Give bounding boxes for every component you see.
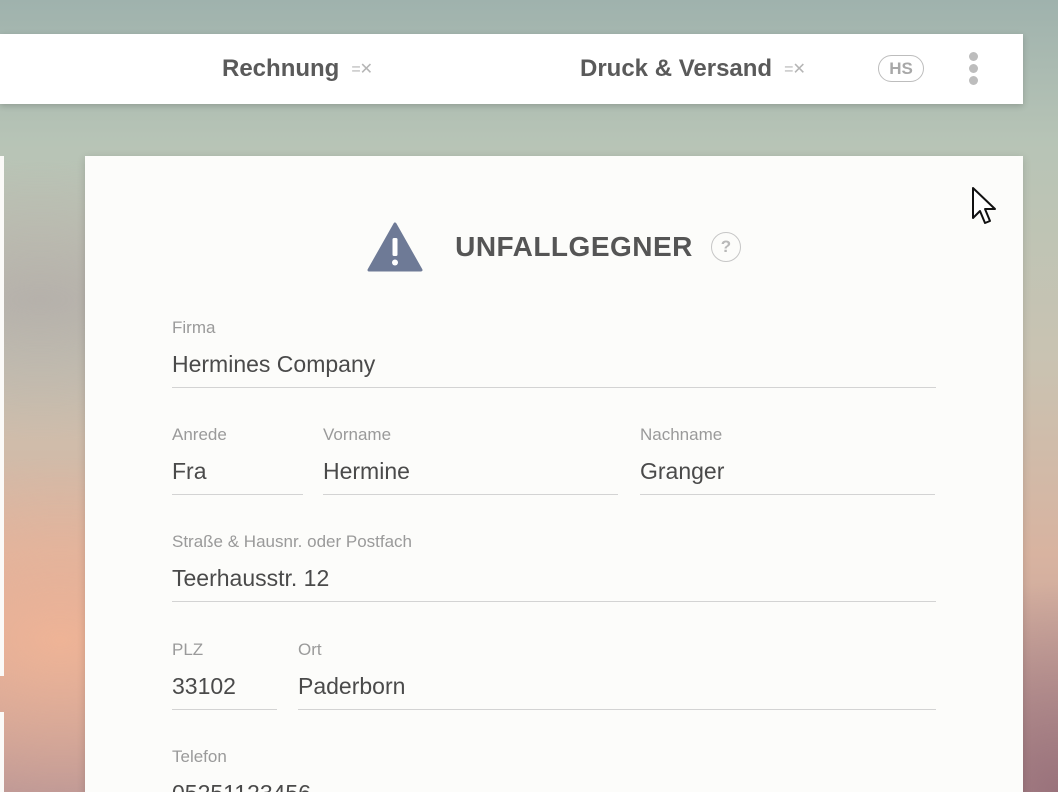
strasse-label: Straße & Hausnr. oder Postfach <box>172 532 413 551</box>
firma-label: Firma <box>172 318 216 337</box>
field-vorname: Vorname <box>323 425 618 495</box>
tab-druck-versand[interactable]: Druck & Versand =✕ <box>580 34 806 104</box>
card-header: UNFALLGEGNER ? <box>85 222 1023 272</box>
field-ort: Ort <box>298 640 936 710</box>
checklist-clear-icon: =✕ <box>784 61 806 78</box>
firma-input[interactable] <box>172 343 936 388</box>
warning-triangle-icon <box>367 222 423 272</box>
plz-input[interactable] <box>172 665 277 710</box>
ort-input[interactable] <box>298 665 936 710</box>
tab-rechnung-label: Rechnung <box>222 55 340 82</box>
telefon-label: Telefon <box>172 747 227 766</box>
field-plz: PLZ <box>172 640 277 710</box>
nachname-label: Nachname <box>640 425 723 444</box>
field-anrede: Anrede <box>172 425 303 495</box>
kebab-menu-icon[interactable] <box>962 52 986 86</box>
field-nachname: Nachname <box>640 425 935 495</box>
checklist-clear-icon: =✕ <box>351 61 373 78</box>
vorname-input[interactable] <box>323 450 618 495</box>
field-telefon: Telefon <box>172 747 936 792</box>
top-app-bar: Rechnung =✕ Druck & Versand =✕ HS <box>0 34 1023 104</box>
unfallgegner-card: UNFALLGEGNER ? Firma Anrede Vorname Nach… <box>85 156 1023 792</box>
strasse-input[interactable] <box>172 557 936 602</box>
help-icon[interactable]: ? <box>710 232 741 262</box>
telefon-input[interactable] <box>172 772 936 792</box>
nachname-input[interactable] <box>640 450 935 495</box>
mouse-pointer-icon <box>972 187 996 224</box>
anrede-label: Anrede <box>172 425 227 444</box>
field-firma: Firma <box>172 318 936 388</box>
side-card-edge <box>0 712 4 792</box>
field-strasse: Straße & Hausnr. oder Postfach <box>172 532 936 602</box>
tab-druck-versand-label: Druck & Versand <box>580 55 773 82</box>
side-card-edge <box>0 156 4 676</box>
user-avatar[interactable]: HS <box>878 55 924 82</box>
vorname-label: Vorname <box>323 425 392 444</box>
tab-rechnung[interactable]: Rechnung =✕ <box>222 34 373 104</box>
anrede-input[interactable] <box>172 450 303 495</box>
plz-label: PLZ <box>172 640 204 659</box>
card-title: UNFALLGEGNER <box>455 231 693 262</box>
ort-label: Ort <box>298 640 322 659</box>
